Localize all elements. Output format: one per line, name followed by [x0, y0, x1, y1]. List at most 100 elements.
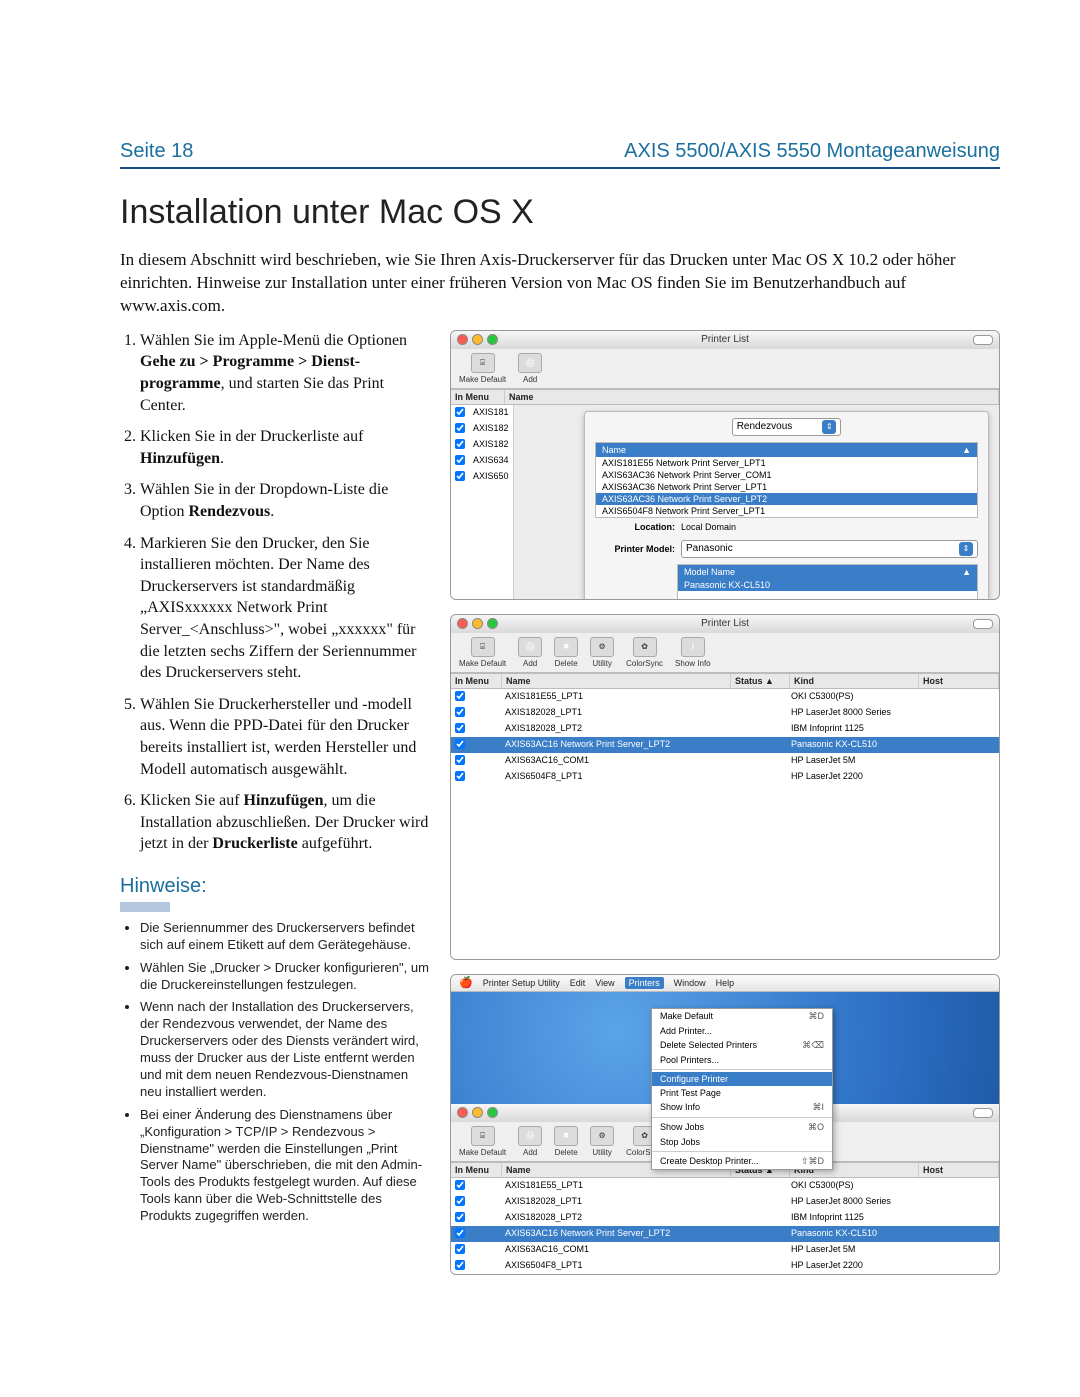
- utility-button[interactable]: ⚙Utility: [590, 637, 614, 668]
- col-status[interactable]: Status ▲: [731, 674, 790, 688]
- inmenu-checkbox[interactable]: [455, 771, 465, 781]
- col-host[interactable]: Host: [919, 674, 999, 688]
- model-selected-row[interactable]: Panasonic KX-CL510: [678, 579, 977, 591]
- menu-dropdown-item[interactable]: Delete Selected Printers⌘⌫: [652, 1038, 832, 1053]
- document-page: Seite 18 AXIS 5500/AXIS 5550 Montageanwe…: [0, 0, 1080, 1397]
- show-info-button[interactable]: iShow Info: [675, 637, 711, 668]
- table-row[interactable]: AXIS181: [451, 405, 513, 421]
- inmenu-checkbox[interactable]: [455, 439, 465, 449]
- make-default-button[interactable]: ⌸Make Default: [459, 637, 506, 668]
- col-inmenu[interactable]: In Menu: [451, 674, 502, 688]
- toolbar-toggle-icon[interactable]: [973, 619, 993, 629]
- delete-button[interactable]: ✖Delete: [554, 1126, 578, 1157]
- col-inmenu[interactable]: In Menu: [451, 1163, 502, 1177]
- menu-item-printers[interactable]: Printers: [625, 977, 664, 989]
- col-host[interactable]: Host: [919, 1163, 999, 1177]
- inmenu-checkbox[interactable]: [455, 423, 465, 433]
- table-row[interactable]: AXIS63AC16 Network Print Server_LPT2Pana…: [451, 737, 999, 753]
- menu-dropdown-item[interactable]: Make Default⌘D: [652, 1009, 832, 1024]
- menubar: 🍎 Printer Setup Utility Edit View Printe…: [451, 975, 999, 992]
- menu-dropdown-item[interactable]: Add Printer...: [652, 1024, 832, 1038]
- inmenu-checkbox[interactable]: [455, 691, 465, 701]
- table-row[interactable]: AXIS6504F8_LPT1HP LaserJet 2200: [451, 769, 999, 785]
- menu-dropdown-item[interactable]: Show Info⌘I: [652, 1100, 832, 1115]
- table-row[interactable]: AXIS182: [451, 437, 513, 453]
- menu-item[interactable]: Help: [716, 978, 735, 988]
- model-dropdown[interactable]: Panasonic⇕: [681, 540, 978, 558]
- left-printer-rows: AXIS181 AXIS182 AXIS182 AXIS634 AXIS650: [451, 405, 514, 600]
- source-dropdown[interactable]: Rendezvous⇕: [732, 418, 842, 436]
- colorsync-button[interactable]: ✿ColorSync: [626, 637, 663, 668]
- table-row[interactable]: AXIS182028_LPT2IBM Infoprint 1125: [451, 721, 999, 737]
- menu-dropdown-item[interactable]: Print Test Page: [652, 1086, 832, 1100]
- list-item[interactable]: AXIS6504F8 Network Print Server_LPT1: [596, 505, 977, 517]
- table-row[interactable]: AXIS182028_LPT1HP LaserJet 8000 Series: [451, 705, 999, 721]
- printers-menu-dropdown: Make Default⌘DAdd Printer...Delete Selec…: [651, 1008, 833, 1170]
- inmenu-checkbox[interactable]: [455, 707, 465, 717]
- window-title: Printer List: [451, 334, 999, 345]
- delete-button[interactable]: ✖Delete: [554, 637, 578, 668]
- screenshot-column: Printer List ⌸Make Default 🖨Add In Menu …: [450, 330, 1000, 1275]
- menu-dropdown-item[interactable]: Configure Printer: [652, 1072, 832, 1086]
- inmenu-checkbox[interactable]: [455, 723, 465, 733]
- toolbar-toggle-icon[interactable]: [973, 1108, 993, 1118]
- table-row[interactable]: AXIS182028_LPT2IBM Infoprint 1125: [451, 1210, 999, 1226]
- menu-dropdown-item[interactable]: Create Desktop Printer...⇧⌘D: [652, 1154, 832, 1169]
- menu-item[interactable]: Edit: [570, 978, 586, 988]
- make-default-button[interactable]: ⌸Make Default: [459, 1126, 506, 1157]
- add-button[interactable]: 🖨Add: [518, 637, 542, 668]
- content-columns: Wählen Sie im Apple-Menü die Optionen Ge…: [120, 330, 1000, 1275]
- table-row[interactable]: AXIS63AC16 Network Print Server_LPT2Pana…: [451, 1226, 999, 1242]
- add-button[interactable]: 🖨Add: [518, 353, 542, 384]
- table-row[interactable]: AXIS63AC16_COM1HP LaserJet 5M: [451, 753, 999, 769]
- inmenu-checkbox[interactable]: [455, 755, 465, 765]
- table-row[interactable]: AXIS634: [451, 453, 513, 469]
- inmenu-checkbox[interactable]: [455, 1228, 465, 1238]
- menu-dropdown-item[interactable]: Pool Printers...: [652, 1053, 832, 1067]
- list-item[interactable]: AXIS63AC36 Network Print Server_LPT1: [596, 481, 977, 493]
- hint-item: Bei einer Änderung des Dienstnamens über…: [140, 1107, 430, 1225]
- col-name[interactable]: Name: [502, 674, 731, 688]
- model-column-header[interactable]: Model Name▲: [678, 565, 977, 579]
- inmenu-checkbox[interactable]: [455, 471, 465, 481]
- hints-heading: Hinweise:: [120, 875, 430, 898]
- location-row: Location:Local Domain: [585, 518, 988, 536]
- list-item[interactable]: AXIS63AC36 Network Print Server_COM1: [596, 469, 977, 481]
- install-steps: Wählen Sie im Apple-Menü die Optionen Ge…: [120, 330, 430, 855]
- screenshot-rendezvous-sheet: Printer List ⌸Make Default 🖨Add In Menu …: [450, 330, 1000, 600]
- inmenu-checkbox[interactable]: [455, 1260, 465, 1270]
- inmenu-checkbox[interactable]: [455, 455, 465, 465]
- apple-menu-icon[interactable]: 🍎: [459, 976, 473, 989]
- inmenu-checkbox[interactable]: [455, 1244, 465, 1254]
- column-headers: In Menu Name: [451, 389, 999, 405]
- menu-item[interactable]: Window: [674, 978, 706, 988]
- screenshot-configure-menu: 🍎 Printer Setup Utility Edit View Printe…: [450, 974, 1000, 1275]
- make-default-button[interactable]: ⌸Make Default: [459, 353, 506, 384]
- inmenu-checkbox[interactable]: [455, 1180, 465, 1190]
- printer-rows: AXIS181E55_LPT1OKI C5300(PS)AXIS182028_L…: [451, 689, 999, 959]
- inmenu-checkbox[interactable]: [455, 407, 465, 417]
- table-row[interactable]: AXIS181E55_LPT1OKI C5300(PS): [451, 689, 999, 705]
- utility-button[interactable]: ⚙Utility: [590, 1126, 614, 1157]
- table-row[interactable]: AXIS182: [451, 421, 513, 437]
- add-button[interactable]: 🖨Add: [518, 1126, 542, 1157]
- col-name[interactable]: Name: [505, 390, 999, 404]
- menu-item[interactable]: Printer Setup Utility: [483, 978, 560, 988]
- name-column-header[interactable]: Name▲: [596, 443, 977, 457]
- table-row[interactable]: AXIS181E55_LPT1OKI C5300(PS): [451, 1178, 999, 1194]
- inmenu-checkbox[interactable]: [455, 739, 465, 749]
- table-row[interactable]: AXIS6504F8_LPT1HP LaserJet 2200: [451, 1258, 999, 1274]
- menu-dropdown-item[interactable]: Show Jobs⌘O: [652, 1120, 832, 1135]
- inmenu-checkbox[interactable]: [455, 1196, 465, 1206]
- menu-item[interactable]: View: [595, 978, 614, 988]
- menu-dropdown-item[interactable]: Stop Jobs: [652, 1135, 832, 1149]
- table-row[interactable]: AXIS63AC16_COM1HP LaserJet 5M: [451, 1242, 999, 1258]
- list-item[interactable]: AXIS181E55 Network Print Server_LPT1: [596, 457, 977, 469]
- col-kind[interactable]: Kind: [790, 674, 919, 688]
- table-row[interactable]: AXIS650: [451, 469, 513, 485]
- col-inmenu[interactable]: In Menu: [451, 390, 505, 404]
- toolbar-toggle-icon[interactable]: [973, 335, 993, 345]
- list-item-selected[interactable]: AXIS63AC36 Network Print Server_LPT2: [596, 493, 977, 505]
- inmenu-checkbox[interactable]: [455, 1212, 465, 1222]
- table-row[interactable]: AXIS182028_LPT1HP LaserJet 8000 Series: [451, 1194, 999, 1210]
